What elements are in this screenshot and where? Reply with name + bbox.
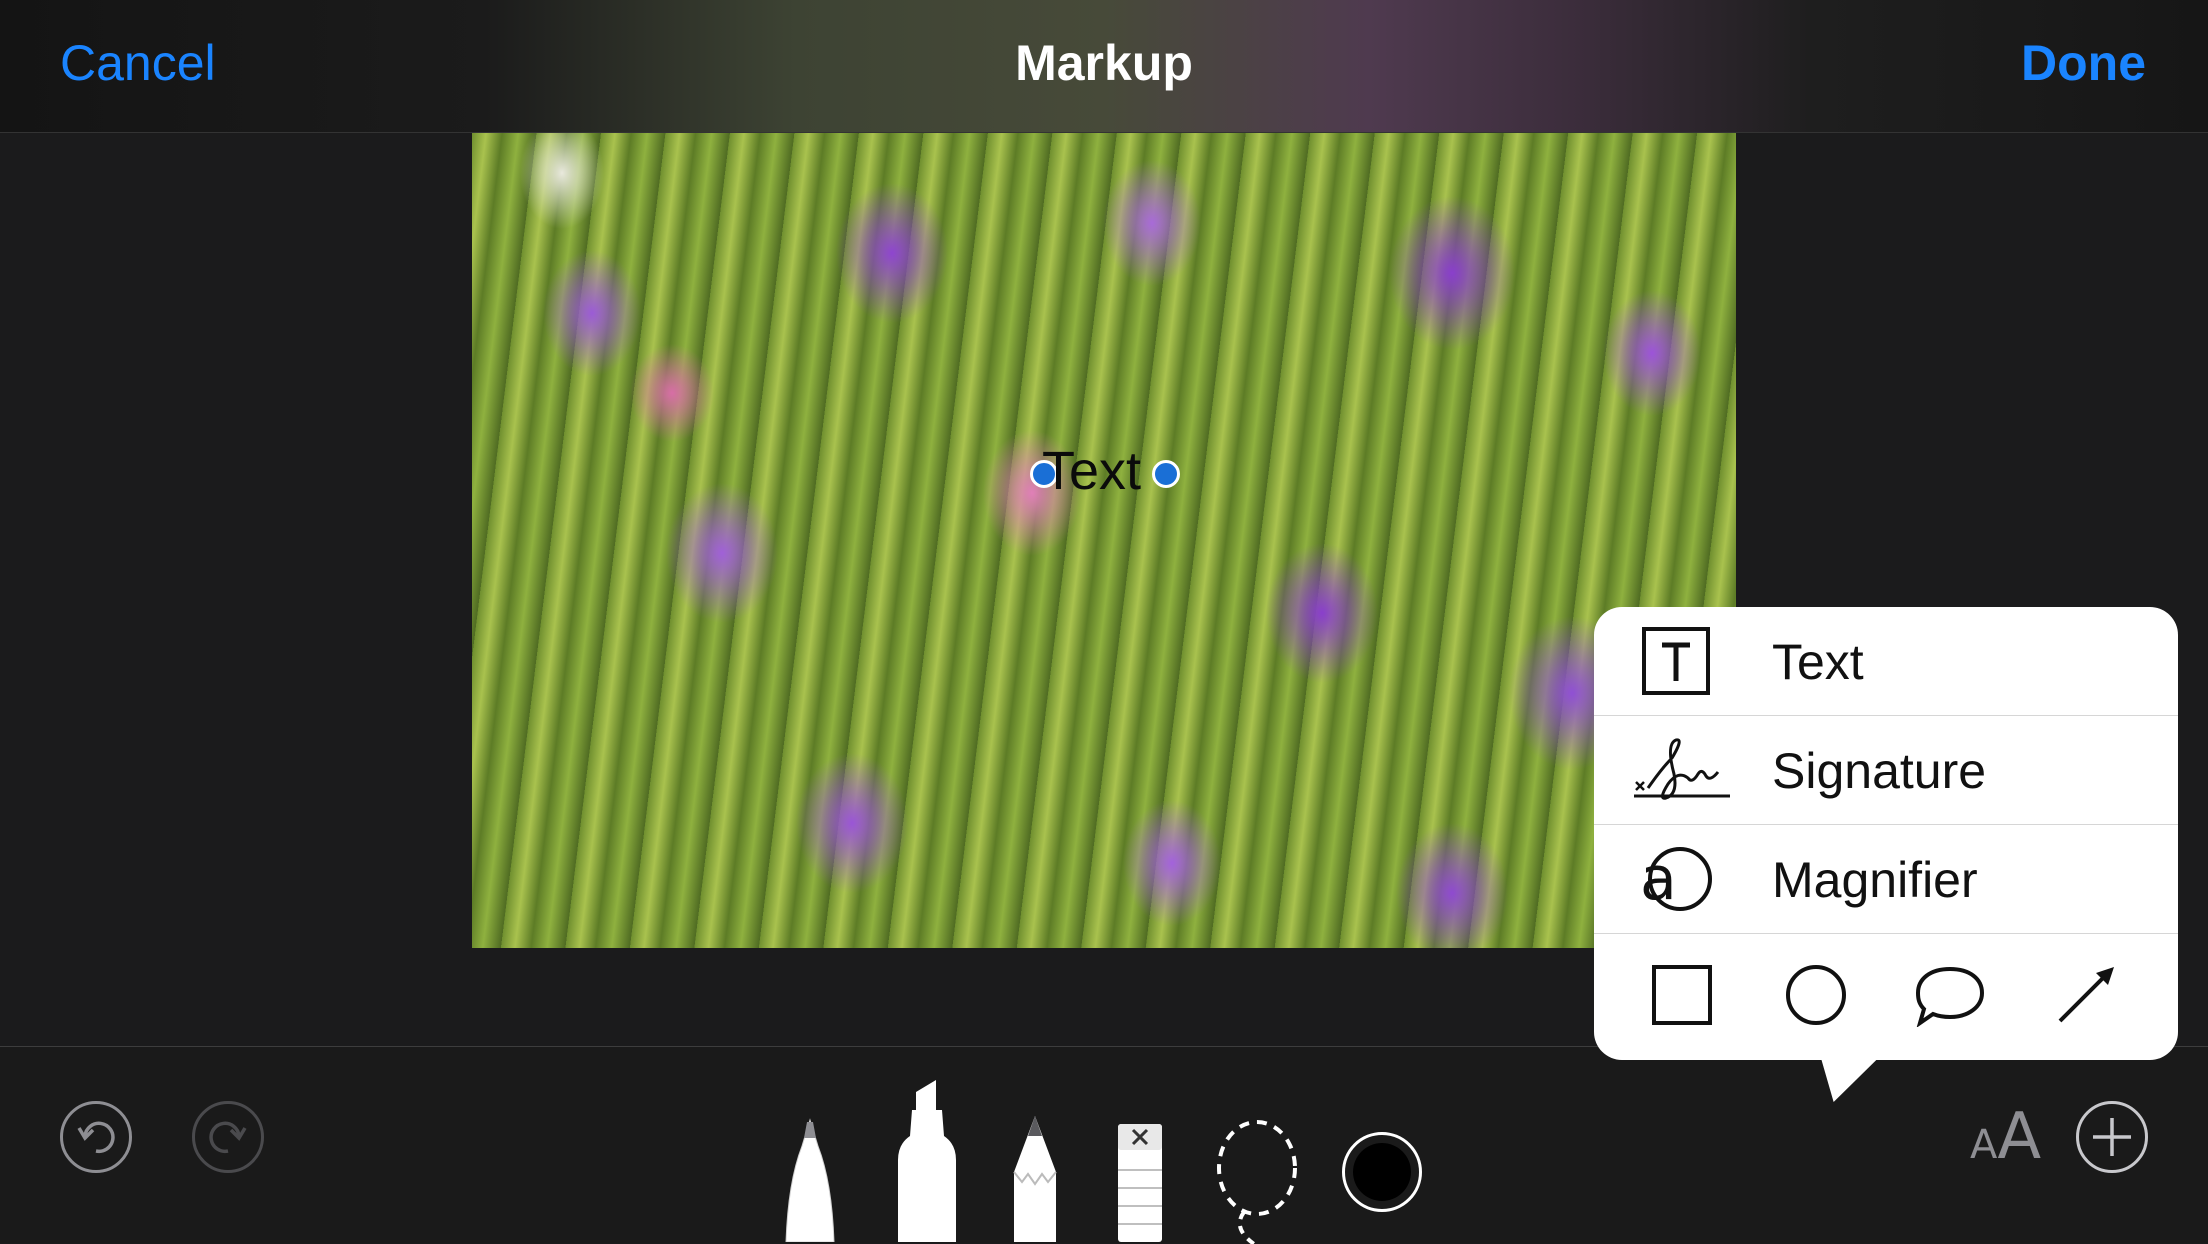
add-annotation-button[interactable] xyxy=(2076,1101,2148,1173)
highlighter-icon[interactable] xyxy=(894,1070,960,1242)
eraser-icon[interactable] xyxy=(1116,1122,1164,1242)
undo-icon xyxy=(77,1121,115,1154)
popover-item-magnifier[interactable]: a Magnifier xyxy=(1594,825,2178,934)
pen-icon[interactable] xyxy=(780,1112,840,1242)
rectangle-icon[interactable] xyxy=(1650,963,1714,1027)
popover-item-signature[interactable]: Signature xyxy=(1594,716,2178,825)
popover-item-label: Magnifier xyxy=(1772,852,1978,908)
markup-toolbar xyxy=(0,1046,2208,1243)
popover-item-label: Signature xyxy=(1772,743,1987,799)
text-size-small-label: A xyxy=(1970,1122,1998,1168)
redo-button[interactable] xyxy=(192,1101,264,1173)
popover-item-label: Text xyxy=(1772,634,1864,690)
speech-bubble-icon[interactable] xyxy=(1914,963,1986,1027)
page-title: Markup xyxy=(1015,35,1193,91)
navigation-bar: Cancel Markup Done xyxy=(0,0,2208,133)
add-annotation-popover: Text Signature a Magnifier xyxy=(1594,607,2178,1060)
markup-photo[interactable] xyxy=(472,133,1736,948)
plus-icon xyxy=(2093,1118,2131,1156)
oval-icon[interactable] xyxy=(1784,963,1848,1027)
undo-button[interactable] xyxy=(60,1101,132,1173)
svg-text:a: a xyxy=(1640,844,1677,914)
magnifier-icon: a xyxy=(1640,844,1712,914)
signature-icon xyxy=(1634,738,1730,800)
lasso-icon[interactable] xyxy=(1212,1118,1302,1244)
text-annotation[interactable]: Text xyxy=(1042,440,1141,502)
text-size-large-label: A xyxy=(1997,1100,2042,1174)
text-box-icon xyxy=(1642,627,1710,695)
color-picker-icon xyxy=(1353,1143,1411,1201)
color-picker-button[interactable] xyxy=(1342,1132,1422,1212)
arrow-icon[interactable] xyxy=(2054,963,2118,1027)
text-size-button[interactable]: AA xyxy=(1970,1100,2041,1174)
text-right-handle[interactable] xyxy=(1152,460,1180,488)
redo-icon xyxy=(209,1121,247,1154)
pencil-icon[interactable] xyxy=(1008,1112,1062,1242)
done-button[interactable]: Done xyxy=(2021,34,2146,92)
popover-item-text[interactable]: Text xyxy=(1594,607,2178,716)
